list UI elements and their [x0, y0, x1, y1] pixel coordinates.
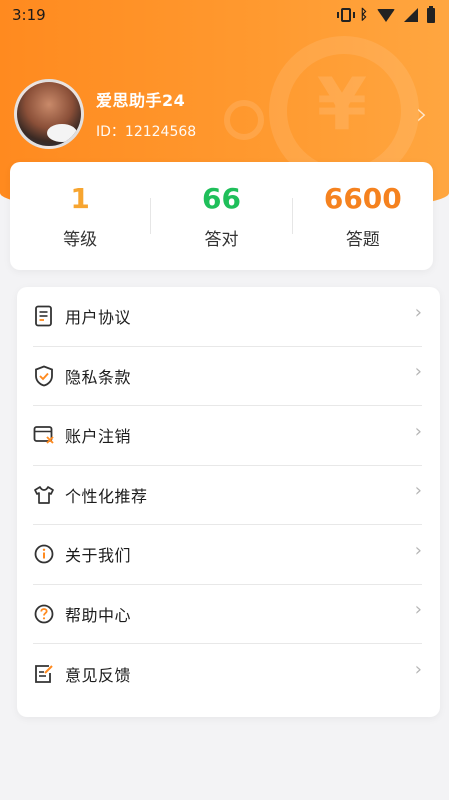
menu-item-help[interactable]: 帮助中心 ›	[33, 585, 422, 644]
chevron-right-icon: ›	[414, 480, 422, 502]
stat-answered-label: 答题	[345, 230, 380, 250]
status-icons: ᛒ	[336, 5, 435, 23]
stat-correct-label: 答对	[204, 230, 239, 250]
menu-item-personalized[interactable]: 个性化推荐 ›	[33, 466, 422, 525]
chevron-right-icon: ›	[414, 361, 422, 383]
chevron-right-icon: ›	[414, 301, 422, 323]
profile-id: ID：12124568	[96, 124, 197, 140]
settings-menu: 用户协议 › 隐私条款 › 账户注销 › 个性化推荐 › 关于我们 › 帮助中心	[17, 287, 440, 717]
menu-item-label: 关于我们	[65, 546, 132, 566]
account-cancel-icon	[33, 424, 55, 446]
help-icon	[33, 603, 55, 625]
menu-item-label: 个性化推荐	[65, 486, 148, 506]
status-time: 3:19	[12, 6, 46, 24]
stat-answered: 6600 答题	[293, 182, 433, 250]
status-bar: 3:19 ᛒ	[0, 0, 449, 30]
feedback-edit-icon	[33, 663, 55, 685]
profile-info: 爱思助手24 ID：12124568	[96, 87, 416, 141]
document-icon	[33, 305, 55, 327]
info-icon	[33, 543, 55, 565]
menu-item-label: 用户协议	[65, 308, 132, 328]
stat-answered-value: 6600	[323, 182, 402, 215]
menu-item-label: 账户注销	[65, 427, 132, 447]
profile-name: 爱思助手24	[96, 91, 186, 110]
profile-row[interactable]: 爱思助手24 ID：12124568 ›	[14, 78, 434, 150]
menu-item-label: 意见反馈	[65, 665, 132, 685]
menu-item-account-cancel[interactable]: 账户注销 ›	[33, 406, 422, 466]
chevron-right-icon: ›	[414, 539, 422, 561]
stat-correct: 66 答对	[151, 182, 291, 250]
menu-item-about[interactable]: 关于我们 ›	[33, 525, 422, 585]
wifi-icon	[377, 8, 395, 22]
battery-icon	[427, 5, 435, 23]
chevron-right-icon[interactable]: ›	[416, 97, 428, 132]
vibrate-icon	[336, 8, 355, 22]
chevron-right-icon: ›	[414, 659, 422, 681]
stat-level-label: 等级	[63, 230, 98, 250]
menu-item-user-agreement[interactable]: 用户协议 ›	[33, 287, 422, 347]
menu-item-label: 帮助中心	[65, 605, 132, 625]
tshirt-icon	[33, 484, 55, 506]
stat-level: 1 等级	[10, 182, 150, 250]
chevron-right-icon: ›	[414, 599, 422, 621]
shield-check-icon	[33, 365, 55, 387]
signal-icon	[404, 8, 418, 22]
menu-item-feedback[interactable]: 意见反馈 ›	[33, 644, 422, 704]
stat-level-value: 1	[70, 182, 90, 215]
menu-item-privacy[interactable]: 隐私条款 ›	[33, 347, 422, 406]
chevron-right-icon: ›	[414, 420, 422, 442]
bluetooth-icon: ᛒ	[359, 7, 368, 23]
avatar[interactable]	[14, 79, 84, 149]
stat-correct-value: 66	[202, 182, 241, 215]
stats-card: 1 等级 66 答对 6600 答题	[10, 162, 433, 270]
menu-item-label: 隐私条款	[65, 367, 132, 387]
